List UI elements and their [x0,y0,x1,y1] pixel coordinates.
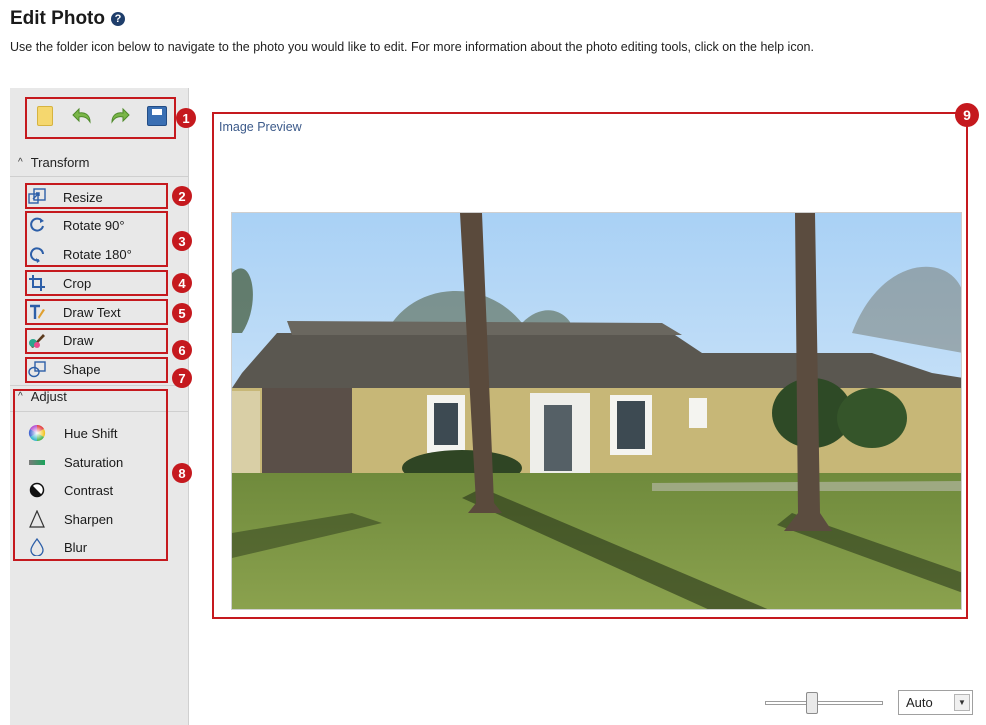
callout-badge-1: 1 [176,108,196,128]
callout-box-resize [25,183,168,209]
transform-label: Transform [30,155,90,170]
page-subtitle: Use the folder icon below to navigate to… [10,40,814,54]
callout-badge-6: 6 [172,340,192,360]
callout-box-draw [25,328,168,354]
zoom-select[interactable]: Auto ▼ [898,690,973,715]
page-header: Edit Photo ? Use the folder icon below t… [10,8,986,54]
callout-badge-9: 9 [955,103,979,127]
callout-box-rotate [25,211,168,267]
chevron-up-icon: ^ [18,157,23,168]
transform-section-header[interactable]: ^ Transform [18,155,89,170]
section-divider [10,176,189,177]
section-divider [10,385,189,386]
callout-badge-4: 4 [172,273,192,293]
zoom-slider-track[interactable] [765,701,883,705]
image-preview-label: Image Preview [219,120,302,134]
callout-box-adjust [13,389,168,561]
callout-badge-5: 5 [172,303,192,323]
callout-box-toolbar [25,97,176,139]
callout-badge-3: 3 [172,231,192,251]
page-title-row: Edit Photo ? [10,8,986,30]
callout-box-draw-text [25,299,168,325]
callout-badge-7: 7 [172,368,192,388]
callout-box-shape [25,357,168,383]
photo-preview[interactable] [231,212,962,610]
zoom-value: Auto [906,695,933,710]
callout-box-crop [25,270,168,296]
zoom-slider-thumb[interactable] [806,692,818,714]
page-title: Edit Photo [10,8,105,29]
house-photo [232,213,961,609]
help-icon[interactable]: ? [110,12,125,26]
callout-badge-8: 8 [172,463,192,483]
callout-badge-2: 2 [172,186,192,206]
chevron-down-icon[interactable]: ▼ [954,694,970,711]
